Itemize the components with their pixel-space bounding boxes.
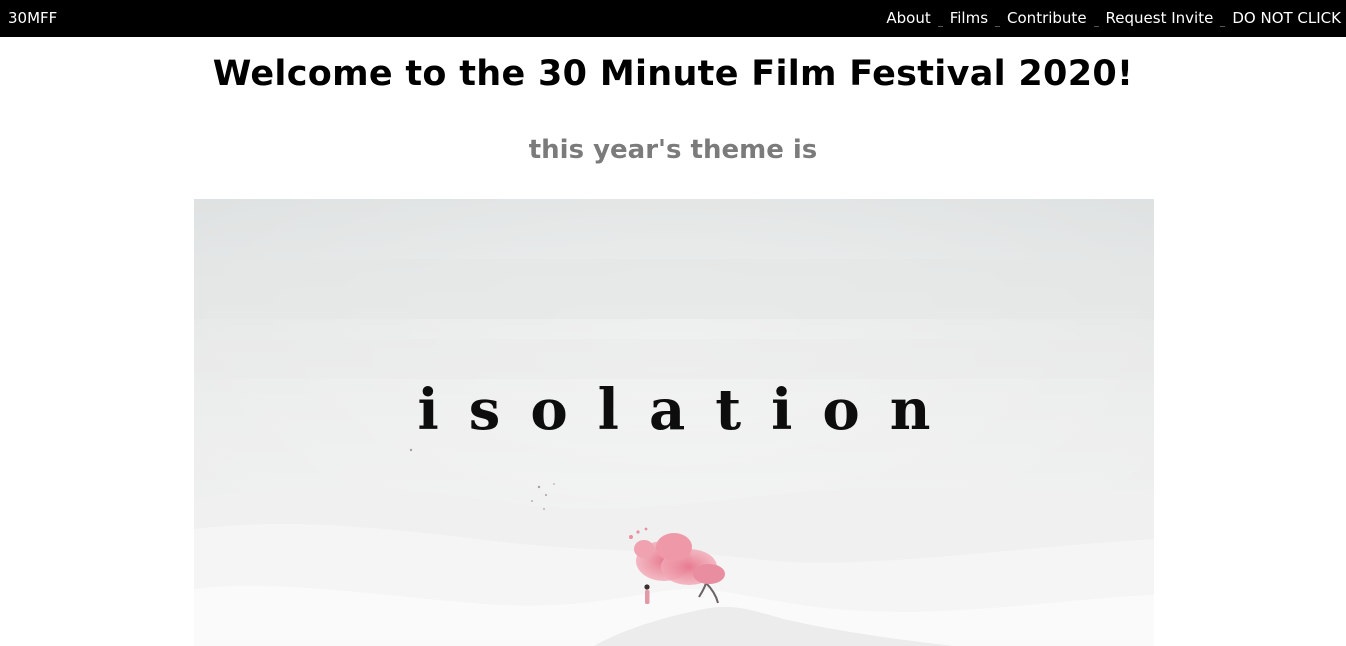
lone-figure [644,584,650,604]
theme-word: isolation [417,377,961,443]
nav-link-films[interactable]: Films [950,9,988,27]
theme-intro-subtitle: this year's theme is [528,135,818,165]
brand-logo-link[interactable]: 30MFF [8,9,57,27]
nav-links: About Films Contribute Request Invite DO… [886,9,1341,29]
nav-link-contribute[interactable]: Contribute [1007,9,1087,27]
nav-link-do-not-click[interactable]: DO NOT CLICK [1232,9,1341,27]
nav-link-request-invite[interactable]: Request Invite [1106,9,1214,27]
top-navbar: 30MFF About Films Contribute Request Inv… [0,0,1346,37]
page-title: Welcome to the 30 Minute Film Festival 2… [212,54,1134,94]
theme-hero-image: isolation [194,199,1154,646]
nav-link-about[interactable]: About [886,9,930,27]
